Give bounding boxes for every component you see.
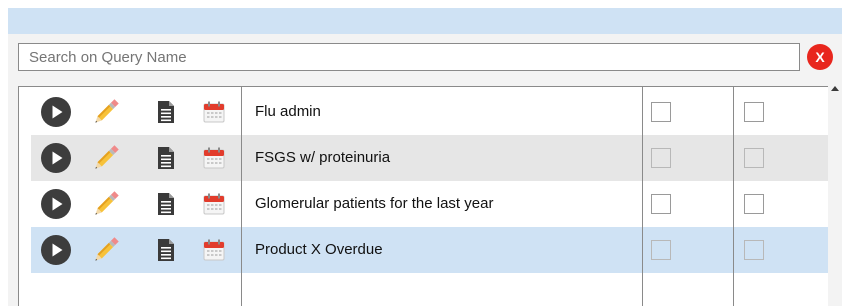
play-icon[interactable] <box>39 227 73 273</box>
column-divider <box>733 87 734 306</box>
query-name: Flu admin <box>255 103 321 120</box>
document-icon[interactable] <box>151 89 181 135</box>
query-name: Glomerular patients for the last year <box>255 195 494 212</box>
pencil-icon[interactable] <box>89 181 123 227</box>
play-icon[interactable] <box>39 89 73 135</box>
document-icon[interactable] <box>151 181 181 227</box>
query-row[interactable]: Glomerular patients for the last year <box>31 181 828 227</box>
header-bar <box>8 8 842 34</box>
query-name: Product X Overdue <box>255 241 383 258</box>
query-checkbox-2[interactable] <box>744 148 764 168</box>
query-row[interactable]: Flu admin <box>31 89 828 135</box>
query-checkbox-1[interactable] <box>651 148 671 168</box>
query-row[interactable]: FSGS w/ proteinuria <box>31 135 828 181</box>
pencil-icon[interactable] <box>89 227 123 273</box>
query-checkbox-1[interactable] <box>651 102 671 122</box>
query-name: FSGS w/ proteinuria <box>255 149 391 166</box>
query-checkbox-2[interactable] <box>744 194 764 214</box>
query-list: Product X Overdue Glomerular patients fo… <box>18 86 828 306</box>
clear-search-button[interactable]: X <box>807 44 833 70</box>
column-divider <box>642 87 643 306</box>
play-icon[interactable] <box>39 135 73 181</box>
pencil-icon[interactable] <box>89 89 123 135</box>
query-checkbox-2[interactable] <box>744 102 764 122</box>
calendar-icon[interactable] <box>199 89 229 135</box>
vertical-scrollbar[interactable] <box>828 86 842 306</box>
calendar-icon[interactable] <box>199 181 229 227</box>
pencil-icon[interactable] <box>89 135 123 181</box>
calendar-icon[interactable] <box>199 227 229 273</box>
scroll-up-icon[interactable] <box>831 86 839 91</box>
play-icon[interactable] <box>39 181 73 227</box>
query-checkbox-1[interactable] <box>651 194 671 214</box>
query-checkbox-2[interactable] <box>744 240 764 260</box>
document-icon[interactable] <box>151 135 181 181</box>
document-icon[interactable] <box>151 227 181 273</box>
query-checkbox-1[interactable] <box>651 240 671 260</box>
calendar-icon[interactable] <box>199 135 229 181</box>
search-input[interactable] <box>18 43 800 71</box>
query-row[interactable]: Product X Overdue <box>31 227 828 273</box>
column-divider <box>241 87 242 306</box>
